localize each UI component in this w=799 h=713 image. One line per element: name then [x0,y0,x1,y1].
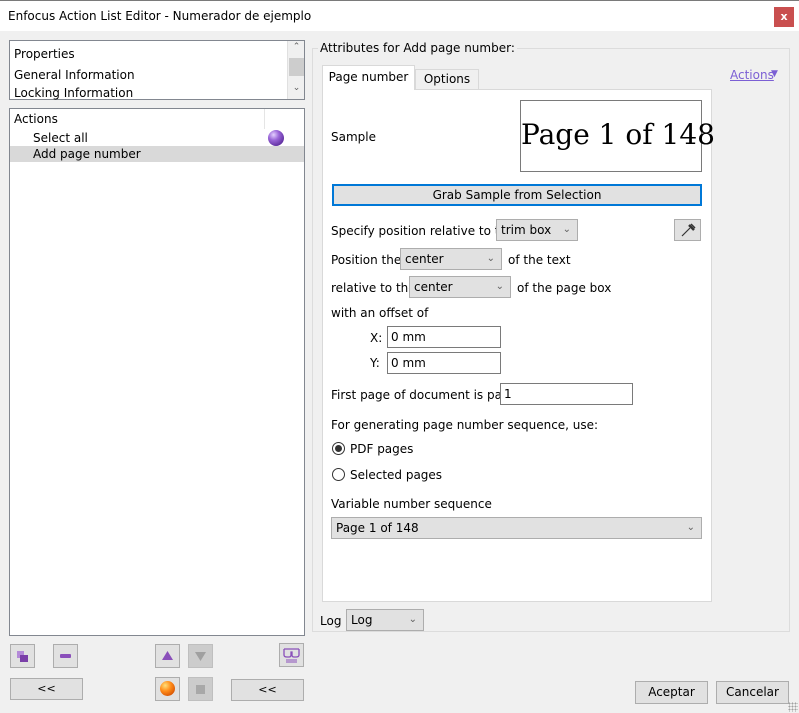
preview-button[interactable] [279,643,304,667]
variable-sequence-label: Variable number sequence [331,497,492,511]
attributes-group-title: Attributes for Add page number: [318,41,517,55]
y-offset-input[interactable]: 0 mm [387,352,501,374]
chevron-down-icon: ⌄ [562,224,571,235]
title-bar: Enfocus Action List Editor - Numerador d… [0,0,799,31]
chevron-down-icon: ⌄ [408,614,417,625]
scroll-up-icon[interactable]: ⌃ [288,42,305,56]
box-select-value: trim box [501,223,552,237]
first-page-input[interactable]: 1 [500,383,633,405]
variable-sequence-value: Page 1 of 148 [336,521,419,535]
close-button[interactable]: x [774,7,794,27]
x-offset-input[interactable]: 0 mm [387,326,501,348]
action-row-add-page-number[interactable]: Add page number [10,146,304,162]
stop-square-icon [196,685,205,694]
purple-sphere-icon [268,130,284,146]
window-title: Enfocus Action List Editor - Numerador d… [8,9,312,23]
action-label: Add page number [33,147,141,161]
glasses-icon [283,648,300,663]
selected-pages-radio[interactable] [332,468,345,481]
triangle-down-icon [195,652,206,661]
y-offset-label: Y: [370,356,380,370]
triangle-up-icon [162,651,173,660]
properties-item-general-information[interactable]: General Information [14,68,135,82]
move-down-button[interactable] [188,644,213,668]
selected-pages-label[interactable]: Selected pages [350,468,442,482]
eyedropper-button[interactable] [674,219,701,241]
tab-page-number[interactable]: Page number [322,65,415,90]
tab-options[interactable]: Options [415,69,479,90]
specify-position-label: Specify position relative to the [331,224,515,238]
move-up-button[interactable] [155,644,180,668]
position-the-label: Position the [331,253,402,267]
text-anchor-select[interactable]: center ⌄ [400,248,502,270]
collapse-left-button[interactable]: << [10,678,83,700]
first-page-label: First page of document is page [331,388,517,402]
actions-header: Actions [14,112,58,126]
eyedropper-icon [681,223,696,237]
relative-to-label: relative to the [331,281,416,295]
box-select[interactable]: trim box ⌄ [496,219,578,241]
collapse-right-button[interactable]: << [231,679,304,701]
text-anchor-value: center [405,252,444,266]
properties-list[interactable]: Properties General Information Locking I… [9,40,305,100]
chevron-down-icon: ⌄ [486,253,495,264]
chevron-down-icon: ⌄ [495,281,504,292]
add-action-button[interactable] [10,644,35,668]
properties-item-locking-information[interactable]: Locking Information [14,86,133,100]
stop-button[interactable] [188,677,213,701]
log-select[interactable]: Log ⌄ [346,609,424,631]
page-anchor-select[interactable]: center ⌄ [409,276,511,298]
log-label: Log [320,614,342,628]
actions-list[interactable]: Actions Select all Add page number [9,108,305,636]
x-offset-label: X: [370,331,383,345]
variable-sequence-select[interactable]: Page 1 of 148 ⌄ [331,517,702,539]
cancel-button[interactable]: Cancelar [716,681,789,704]
scroll-down-icon[interactable]: ⌄ [288,83,305,97]
ok-button[interactable]: Aceptar [635,681,708,704]
add-blocks-icon [17,651,28,662]
remove-action-button[interactable] [53,644,78,668]
sample-label: Sample [331,130,376,144]
resize-grip[interactable] [788,702,798,712]
caret-down-icon[interactable]: ▼ [771,69,778,79]
scroll-thumb[interactable] [289,58,304,76]
properties-scrollbar[interactable]: ⌃ ⌄ [287,41,304,99]
offset-label: with an offset of [331,306,429,320]
column-divider [264,109,265,129]
action-label: Select all [33,131,88,145]
grab-sample-button[interactable]: Grab Sample from Selection [332,184,702,206]
run-button[interactable] [155,677,180,701]
pdf-pages-radio[interactable] [332,442,345,455]
of-page-box-label: of the page box [517,281,612,295]
sample-preview: Page 1 of 148 [520,100,715,172]
log-select-value: Log [351,613,373,627]
properties-item-properties[interactable]: Properties [14,47,75,61]
sequence-label: For generating page number sequence, use… [331,418,599,432]
actions-menu-link[interactable]: Actions [730,68,774,82]
pdf-pages-label[interactable]: PDF pages [350,442,413,456]
of-the-text-label: of the text [508,253,571,267]
page-anchor-value: center [414,280,453,294]
minus-icon [60,654,71,658]
action-row-select-all[interactable]: Select all [10,130,304,146]
orange-sphere-icon [160,681,175,696]
chevron-down-icon: ⌄ [686,522,695,533]
